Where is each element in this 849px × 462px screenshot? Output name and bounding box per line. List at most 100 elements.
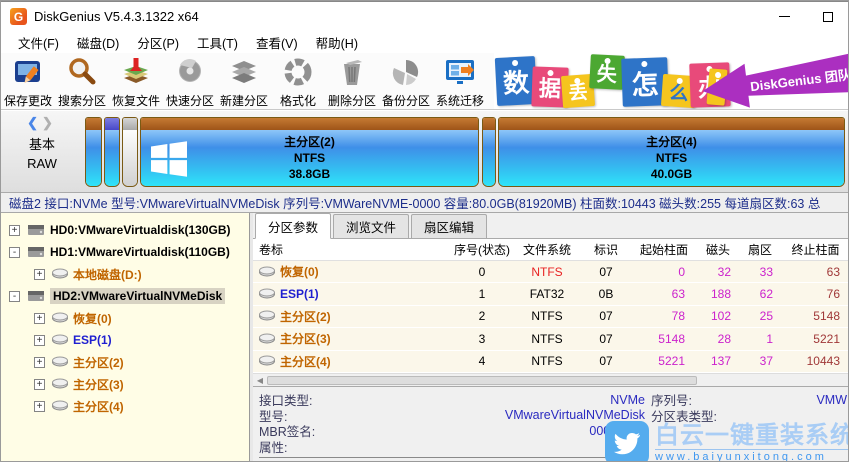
column-header[interactable]: 标识	[581, 241, 631, 258]
toolbar-label: 删除分区	[328, 92, 376, 109]
partition-bar-esp[interactable]	[104, 117, 120, 187]
tree-item-local-disk-d[interactable]: + 本地磁盘(D:)	[1, 263, 249, 285]
cell-end-cylinder: 76	[781, 287, 849, 301]
tree-item-primary3[interactable]: + 主分区(3)	[1, 373, 249, 395]
partition-bar-primary3[interactable]	[482, 117, 496, 187]
column-header[interactable]: 卷标	[253, 241, 451, 258]
tree-item-hd2-selected[interactable]: - HD2:VMwareVirtualNVMeDisk	[1, 285, 249, 307]
column-header[interactable]: 磁头	[697, 241, 739, 258]
table-row-primary2[interactable]: 主分区(2) 2 NTFS 07 78 102 25 5148	[253, 306, 849, 328]
column-header[interactable]: 序号(状态)	[451, 241, 513, 258]
save-changes-icon	[12, 56, 44, 91]
cell-head: 102	[697, 309, 739, 323]
tree-item-label: 主分区(3)	[73, 376, 124, 393]
quick-partition-button[interactable]: 快速分区	[163, 53, 217, 109]
partition-bar-primary4[interactable]: 主分区(4) NTFS 40.0GB	[498, 117, 845, 187]
watermark: 白云一键重装系统 www.baiyunxitong.com	[605, 420, 849, 462]
horizontal-scrollbar[interactable]: ◀	[253, 373, 849, 386]
cell-index: 1	[451, 287, 513, 301]
menu-disk[interactable]: 磁盘(D)	[68, 31, 128, 54]
menu-tools[interactable]: 工具(T)	[188, 31, 247, 54]
table-row-recovery[interactable]: 恢复(0) 0 NTFS 07 0 32 33 63	[253, 261, 849, 283]
menu-help[interactable]: 帮助(H)	[307, 31, 367, 54]
banner-tile: 失	[589, 54, 625, 90]
cell-index: 2	[451, 309, 513, 323]
column-header[interactable]: 起始柱面	[631, 241, 697, 258]
system-migrate-button[interactable]: 系统迁移	[433, 53, 487, 109]
cell-filesystem: NTFS	[513, 332, 581, 346]
scroll-left-icon[interactable]: ◀	[253, 376, 267, 385]
delete-partition-button[interactable]: 删除分区	[325, 53, 379, 109]
disk-detail-panel: 接口类型:NVMe 型号:VMwareVirtualNVMeDisk MBR签名…	[253, 386, 849, 462]
tree-item-recovery[interactable]: + 恢复(0)	[1, 307, 249, 329]
expand-icon[interactable]: +	[34, 401, 45, 412]
tab-partition-params[interactable]: 分区参数	[255, 213, 331, 239]
backup-partition-button[interactable]: 备份分区	[379, 53, 433, 109]
banner-arrow-text: DiskGenius 团队	[749, 64, 849, 95]
tree-item-hd0[interactable]: + HD0:VMwareVirtualdisk(130GB)	[1, 219, 249, 241]
prev-disk-icon[interactable]: ❮	[27, 115, 42, 130]
new-partition-button[interactable]: 新建分区	[217, 53, 271, 109]
expand-icon[interactable]: +	[34, 313, 45, 324]
cell-volume-label: 主分区(3)	[280, 330, 331, 347]
tab-sector-edit[interactable]: 扇区编辑	[411, 214, 487, 238]
cell-end-cylinder: 5221	[781, 332, 849, 346]
partition-table: 恢复(0) 0 NTFS 07 0 32 33 63 ESP(1) 1 FAT3…	[253, 261, 849, 373]
cell-filesystem: NTFS	[513, 265, 581, 279]
watermark-url: www.baiyunxitong.com	[655, 449, 849, 462]
collapse-icon[interactable]: -	[9, 247, 20, 258]
expand-icon[interactable]: +	[34, 357, 45, 368]
cell-start-cylinder: 63	[631, 287, 697, 301]
column-header[interactable]: 扇区	[739, 241, 781, 258]
menu-partition[interactable]: 分区(P)	[128, 31, 188, 54]
tree-item-label: 主分区(2)	[73, 354, 124, 371]
cell-start-cylinder: 5221	[631, 354, 697, 368]
expand-icon[interactable]: +	[34, 269, 45, 280]
cell-start-cylinder: 78	[631, 309, 697, 323]
expand-icon[interactable]: +	[9, 225, 20, 236]
tree-item-esp[interactable]: + ESP(1)	[1, 329, 249, 351]
next-disk-icon[interactable]: ❯	[42, 115, 57, 130]
tree-item-hd1[interactable]: - HD1:VMwareVirtualdisk(110GB)	[1, 241, 249, 263]
main-area: + HD0:VMwareVirtualdisk(130GB) - HD1:VMw…	[1, 213, 849, 462]
cell-volume-label: 主分区(4)	[280, 353, 331, 370]
format-button[interactable]: 格式化	[271, 53, 325, 109]
table-row-esp[interactable]: ESP(1) 1 FAT32 0B 63 188 62 76	[253, 283, 849, 305]
recover-files-button[interactable]: 恢复文件	[109, 53, 163, 109]
maximize-button[interactable]	[806, 3, 849, 31]
cell-id: 07	[581, 332, 631, 346]
tab-browse-files[interactable]: 浏览文件	[333, 214, 409, 238]
partition-bar-primary2[interactable]: 主分区(2) NTFS 38.8GB	[140, 117, 479, 187]
collapse-icon[interactable]: -	[9, 291, 20, 302]
tree-item-label: HD2:VMwareVirtualNVMeDisk	[50, 288, 225, 304]
expand-icon[interactable]: +	[34, 335, 45, 346]
cell-sector: 62	[739, 287, 781, 301]
table-row-primary4[interactable]: 主分区(4) 4 NTFS 07 5221 137 37 10443	[253, 351, 849, 373]
table-row-primary3[interactable]: 主分区(3) 3 NTFS 07 5148 28 1 5221	[253, 328, 849, 350]
partition-size: 38.8GB	[141, 166, 478, 182]
cell-volume-label: 主分区(2)	[280, 308, 331, 325]
column-header[interactable]: 文件系统	[513, 241, 581, 258]
twitter-bird-icon	[605, 421, 649, 462]
search-partition-button[interactable]: 搜索分区	[55, 53, 109, 109]
column-header[interactable]: 终止柱面	[781, 241, 849, 258]
menu-file[interactable]: 文件(F)	[9, 31, 68, 54]
partition-bar-recovery[interactable]	[85, 117, 102, 187]
save-changes-button[interactable]: 保存更改	[1, 53, 55, 109]
toolbar-label: 搜索分区	[58, 92, 106, 109]
tree-item-primary4[interactable]: + 主分区(4)	[1, 395, 249, 417]
ad-banner[interactable]: 数 据 丢 失 怎 么 办 ! DiskGenius 团队	[494, 53, 849, 109]
tree-item-label: HD0:VMwareVirtualdisk(130GB)	[50, 223, 231, 237]
partition-icon	[52, 356, 68, 368]
minimize-button[interactable]	[762, 3, 806, 31]
toolbar-label: 快速分区	[166, 92, 214, 109]
cell-volume-label: 恢复(0)	[280, 263, 319, 280]
toolbar-label: 新建分区	[220, 92, 268, 109]
search-partition-icon	[66, 56, 98, 91]
scrollbar-thumb[interactable]	[267, 376, 697, 385]
partition-bar-free[interactable]	[122, 117, 138, 187]
menu-view[interactable]: 查看(V)	[247, 31, 307, 54]
tree-item-primary2[interactable]: + 主分区(2)	[1, 351, 249, 373]
expand-icon[interactable]: +	[34, 379, 45, 390]
field-value: NVMe	[610, 393, 645, 407]
